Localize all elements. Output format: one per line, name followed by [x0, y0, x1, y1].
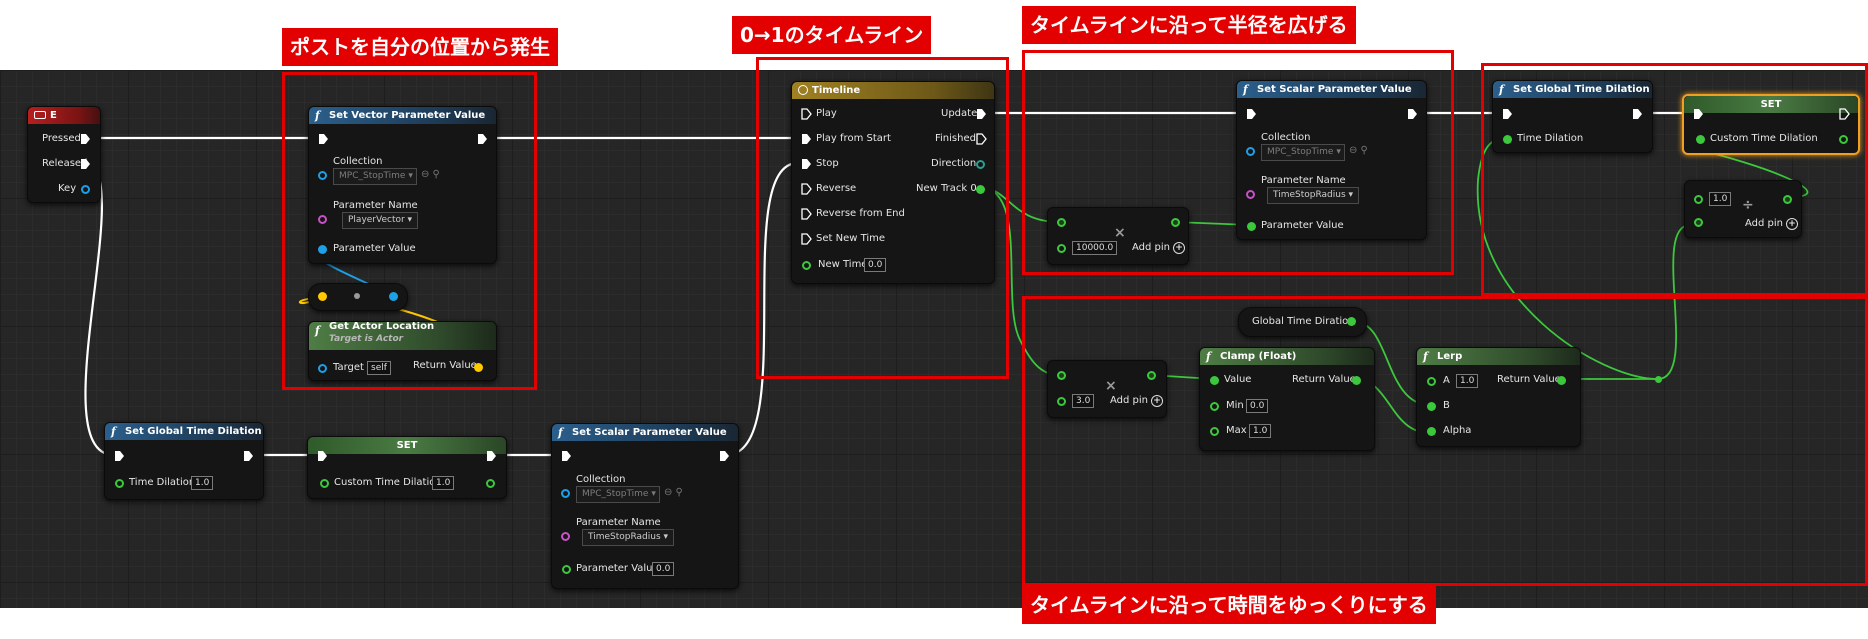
- exec-out-pin[interactable]: [243, 450, 254, 462]
- event-e-title: E: [50, 110, 57, 121]
- parameter-name-label: Parameter Name: [576, 517, 661, 528]
- exec-wire: [82, 161, 116, 457]
- exec-in-pin[interactable]: [317, 450, 328, 462]
- annotation-box-slow-time: [1022, 296, 1868, 586]
- parameter-value-pin[interactable]: [562, 565, 571, 574]
- custom-time-dilation-out-pin[interactable]: [486, 479, 495, 488]
- pressed-exec-pin[interactable]: [80, 133, 91, 145]
- event-e-header[interactable]: E: [28, 107, 100, 124]
- exec-out-pin[interactable]: [719, 450, 730, 462]
- set-custom-bottom-title: SET: [396, 440, 418, 451]
- annotation-box-right: [1481, 63, 1868, 296]
- parameter-value-value[interactable]: 0.0: [652, 562, 675, 576]
- time-dilation-label: Time Dilation: [129, 477, 196, 488]
- set-global-time-dilation-bottom-node[interactable]: f Set Global Time Dilation Time Dilation…: [104, 422, 264, 500]
- pressed-pin-label: Pressed: [42, 133, 81, 144]
- annotation-expand-radius: タイムラインに沿って半径を広げる: [1022, 6, 1356, 44]
- parameter-name-pin[interactable]: [561, 532, 570, 541]
- collection-dropdown[interactable]: MPC_StopTime ▾: [576, 486, 660, 503]
- time-dilation-pin[interactable]: [115, 479, 124, 488]
- custom-time-dilation-value[interactable]: 1.0: [432, 476, 455, 490]
- set-global-time-dilation-bottom-header[interactable]: f Set Global Time Dilation: [105, 423, 263, 440]
- annotation-box-timeline: [756, 57, 1009, 379]
- browse-icon[interactable]: ⊖ ⚲: [664, 487, 683, 498]
- key-struct-pin[interactable]: [81, 185, 90, 194]
- annotation-box-radius: [1022, 50, 1454, 275]
- exec-in-pin[interactable]: [114, 450, 125, 462]
- set-custom-bottom-header[interactable]: SET: [308, 437, 506, 454]
- function-icon: f: [111, 425, 116, 438]
- set-global-time-dilation-bottom-title: Set Global Time Dilation: [125, 426, 262, 437]
- set-scalar-bottom-title: Set Scalar Parameter Value: [572, 427, 727, 438]
- key-pin-label: Key: [58, 183, 77, 194]
- custom-time-dilation-label: Custom Time Dilation: [334, 477, 442, 488]
- set-scalar-bottom-header[interactable]: f Set Scalar Parameter Value: [552, 424, 738, 441]
- event-e-node[interactable]: E Pressed Released Key: [27, 106, 101, 203]
- collection-label: Collection: [576, 474, 626, 485]
- collection-pin[interactable]: [561, 489, 570, 498]
- time-dilation-value[interactable]: 1.0: [191, 476, 214, 490]
- annotation-post-from-self: ポストを自分の位置から発生: [282, 28, 558, 66]
- set-scalar-parameter-bottom-node[interactable]: f Set Scalar Parameter Value Collection …: [551, 423, 739, 589]
- annotation-box-post: [282, 72, 537, 390]
- released-exec-pin[interactable]: [80, 158, 91, 170]
- parameter-name-dropdown[interactable]: TimeStopRadius ▾: [582, 529, 675, 546]
- set-custom-time-dilation-bottom-node[interactable]: SET Custom Time Dilation 1.0: [307, 436, 507, 499]
- exec-out-pin[interactable]: [486, 450, 497, 462]
- annotation-timeline-0-1: 0→1のタイムライン: [732, 16, 932, 54]
- keyboard-icon: [34, 111, 46, 119]
- annotation-slow-time: タイムラインに沿って時間をゆっくりにする: [1022, 586, 1436, 624]
- exec-in-pin[interactable]: [561, 450, 572, 462]
- custom-time-dilation-in-pin[interactable]: [320, 479, 329, 488]
- parameter-value-label: Parameter Value: [576, 563, 659, 574]
- function-icon: f: [558, 426, 563, 439]
